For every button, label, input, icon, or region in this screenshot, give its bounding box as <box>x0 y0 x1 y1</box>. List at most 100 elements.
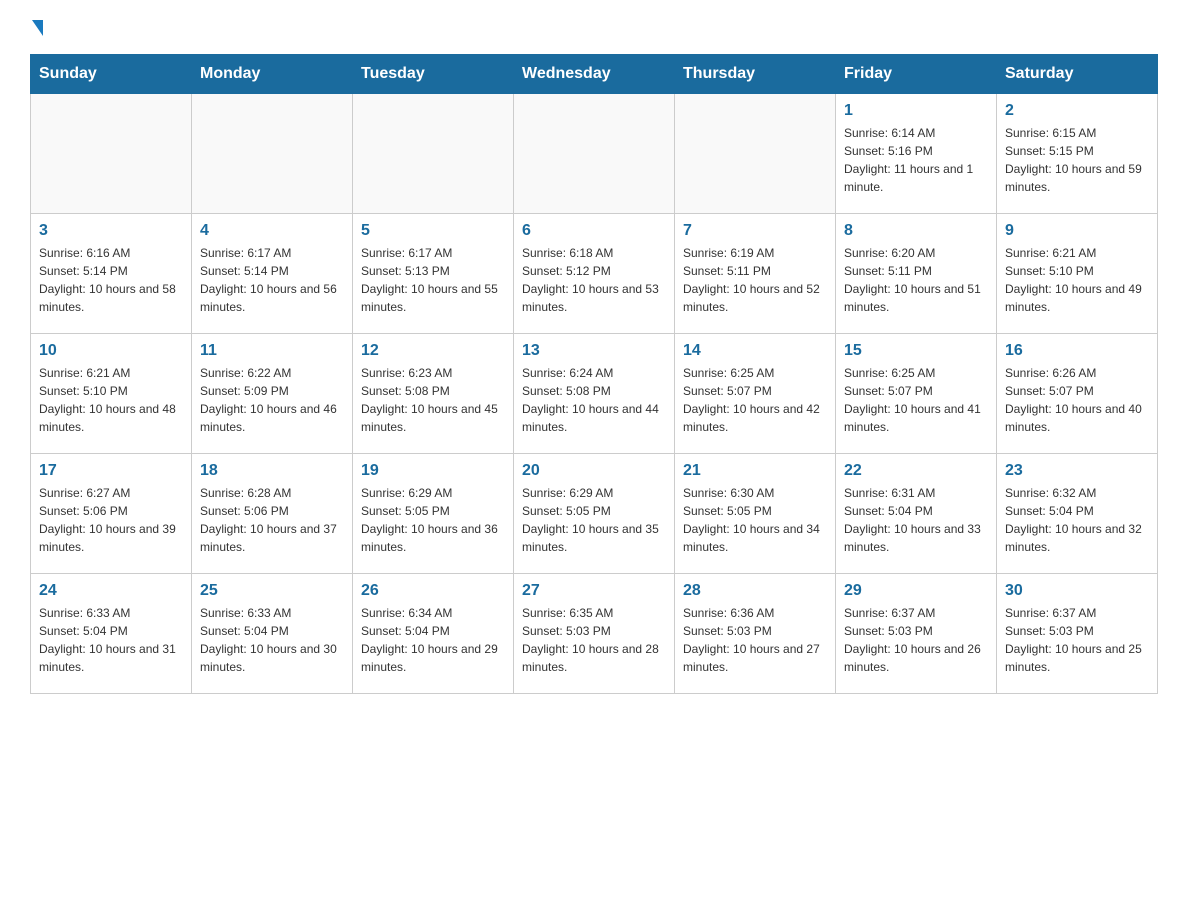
calendar-cell: 7Sunrise: 6:19 AMSunset: 5:11 PMDaylight… <box>675 214 836 334</box>
calendar-cell <box>192 94 353 214</box>
day-info: Sunrise: 6:19 AMSunset: 5:11 PMDaylight:… <box>683 244 827 316</box>
day-number: 1 <box>844 102 988 120</box>
day-number: 11 <box>200 342 344 360</box>
day-number: 30 <box>1005 582 1149 600</box>
day-info: Sunrise: 6:29 AMSunset: 5:05 PMDaylight:… <box>522 484 666 556</box>
calendar-cell: 17 Sunrise: 6:27 AMSunset: 5:06 PMDayligh… <box>31 454 192 574</box>
day-number: 21 <box>683 462 827 480</box>
weekday-header-wednesday: Wednesday <box>514 55 675 94</box>
day-info: Sunrise: 6:33 AMSunset: 5:04 PMDaylight:… <box>200 604 344 676</box>
calendar-cell: 13 Sunrise: 6:24 AMSunset: 5:08 PMDayligh… <box>514 334 675 454</box>
day-number: 23 <box>1005 462 1149 480</box>
calendar-cell: 5 Sunrise: 6:17 AMSunset: 5:13 PMDaylight… <box>353 214 514 334</box>
calendar-cell: 10Sunrise: 6:21 AMSunset: 5:10 PMDayligh… <box>31 334 192 454</box>
calendar-header: SundayMondayTuesdayWednesdayThursdayFrid… <box>31 55 1158 94</box>
day-number: 2 <box>1005 102 1149 120</box>
weekday-header-monday: Monday <box>192 55 353 94</box>
weekday-header-saturday: Saturday <box>997 55 1158 94</box>
day-info: Sunrise: 6:33 AMSunset: 5:04 PMDaylight:… <box>39 604 183 676</box>
calendar-cell <box>31 94 192 214</box>
day-info: Sunrise: 6:21 AMSunset: 5:10 PMDaylight:… <box>1005 244 1149 316</box>
calendar-table: SundayMondayTuesdayWednesdayThursdayFrid… <box>30 54 1158 694</box>
calendar-cell: 18 Sunrise: 6:28 AMSunset: 5:06 PMDayligh… <box>192 454 353 574</box>
calendar-cell: 20 Sunrise: 6:29 AMSunset: 5:05 PMDayligh… <box>514 454 675 574</box>
calendar-cell: 6 Sunrise: 6:18 AMSunset: 5:12 PMDaylight… <box>514 214 675 334</box>
calendar-cell: 3Sunrise: 6:16 AMSunset: 5:14 PMDaylight… <box>31 214 192 334</box>
weekday-header-row: SundayMondayTuesdayWednesdayThursdayFrid… <box>31 55 1158 94</box>
week-row-1: 1 Sunrise: 6:14 AMSunset: 5:16 PMDaylight… <box>31 94 1158 214</box>
day-info: Sunrise: 6:27 AMSunset: 5:06 PMDaylight:… <box>39 484 183 556</box>
calendar-cell: 2Sunrise: 6:15 AMSunset: 5:15 PMDaylight… <box>997 94 1158 214</box>
day-info: Sunrise: 6:14 AMSunset: 5:16 PMDaylight:… <box>844 124 988 196</box>
day-number: 29 <box>844 582 988 600</box>
day-number: 20 <box>522 462 666 480</box>
day-number: 12 <box>361 342 505 360</box>
week-row-2: 3Sunrise: 6:16 AMSunset: 5:14 PMDaylight… <box>31 214 1158 334</box>
day-number: 15 <box>844 342 988 360</box>
calendar-cell <box>514 94 675 214</box>
day-number: 8 <box>844 222 988 240</box>
calendar-cell: 14 Sunrise: 6:25 AMSunset: 5:07 PMDayligh… <box>675 334 836 454</box>
calendar-cell: 27 Sunrise: 6:35 AMSunset: 5:03 PMDayligh… <box>514 574 675 694</box>
calendar-cell: 30 Sunrise: 6:37 AMSunset: 5:03 PMDayligh… <box>997 574 1158 694</box>
calendar-cell: 12 Sunrise: 6:23 AMSunset: 5:08 PMDayligh… <box>353 334 514 454</box>
day-number: 13 <box>522 342 666 360</box>
week-row-4: 17 Sunrise: 6:27 AMSunset: 5:06 PMDayligh… <box>31 454 1158 574</box>
calendar-cell: 29Sunrise: 6:37 AMSunset: 5:03 PMDayligh… <box>836 574 997 694</box>
day-info: Sunrise: 6:25 AMSunset: 5:07 PMDaylight:… <box>683 364 827 436</box>
day-info: Sunrise: 6:36 AMSunset: 5:03 PMDaylight:… <box>683 604 827 676</box>
weekday-header-thursday: Thursday <box>675 55 836 94</box>
day-info: Sunrise: 6:25 AMSunset: 5:07 PMDaylight:… <box>844 364 988 436</box>
calendar-cell: 9 Sunrise: 6:21 AMSunset: 5:10 PMDaylight… <box>997 214 1158 334</box>
week-row-5: 24 Sunrise: 6:33 AMSunset: 5:04 PMDayligh… <box>31 574 1158 694</box>
day-number: 17 <box>39 462 183 480</box>
day-number: 6 <box>522 222 666 240</box>
day-number: 22 <box>844 462 988 480</box>
calendar-cell: 4 Sunrise: 6:17 AMSunset: 5:14 PMDaylight… <box>192 214 353 334</box>
day-info: Sunrise: 6:17 AMSunset: 5:13 PMDaylight:… <box>361 244 505 316</box>
day-info: Sunrise: 6:18 AMSunset: 5:12 PMDaylight:… <box>522 244 666 316</box>
calendar-cell: 26 Sunrise: 6:34 AMSunset: 5:04 PMDayligh… <box>353 574 514 694</box>
day-info: Sunrise: 6:32 AMSunset: 5:04 PMDaylight:… <box>1005 484 1149 556</box>
day-info: Sunrise: 6:21 AMSunset: 5:10 PMDaylight:… <box>39 364 183 436</box>
day-info: Sunrise: 6:22 AMSunset: 5:09 PMDaylight:… <box>200 364 344 436</box>
page-header <box>30 20 1158 34</box>
day-number: 9 <box>1005 222 1149 240</box>
calendar-cell: 21Sunrise: 6:30 AMSunset: 5:05 PMDayligh… <box>675 454 836 574</box>
day-number: 27 <box>522 582 666 600</box>
day-number: 4 <box>200 222 344 240</box>
day-info: Sunrise: 6:23 AMSunset: 5:08 PMDaylight:… <box>361 364 505 436</box>
day-number: 16 <box>1005 342 1149 360</box>
day-number: 25 <box>200 582 344 600</box>
calendar-cell: 25 Sunrise: 6:33 AMSunset: 5:04 PMDayligh… <box>192 574 353 694</box>
weekday-header-tuesday: Tuesday <box>353 55 514 94</box>
weekday-header-sunday: Sunday <box>31 55 192 94</box>
day-number: 3 <box>39 222 183 240</box>
day-info: Sunrise: 6:34 AMSunset: 5:04 PMDaylight:… <box>361 604 505 676</box>
weekday-header-friday: Friday <box>836 55 997 94</box>
day-info: Sunrise: 6:28 AMSunset: 5:06 PMDaylight:… <box>200 484 344 556</box>
calendar-cell: 23 Sunrise: 6:32 AMSunset: 5:04 PMDayligh… <box>997 454 1158 574</box>
day-info: Sunrise: 6:35 AMSunset: 5:03 PMDaylight:… <box>522 604 666 676</box>
calendar-cell: 15 Sunrise: 6:25 AMSunset: 5:07 PMDayligh… <box>836 334 997 454</box>
calendar-body: 1 Sunrise: 6:14 AMSunset: 5:16 PMDaylight… <box>31 94 1158 694</box>
day-number: 26 <box>361 582 505 600</box>
day-number: 14 <box>683 342 827 360</box>
calendar-cell: 16 Sunrise: 6:26 AMSunset: 5:07 PMDayligh… <box>997 334 1158 454</box>
day-number: 18 <box>200 462 344 480</box>
calendar-cell <box>353 94 514 214</box>
calendar-cell: 28Sunrise: 6:36 AMSunset: 5:03 PMDayligh… <box>675 574 836 694</box>
day-info: Sunrise: 6:26 AMSunset: 5:07 PMDaylight:… <box>1005 364 1149 436</box>
day-number: 24 <box>39 582 183 600</box>
day-info: Sunrise: 6:37 AMSunset: 5:03 PMDaylight:… <box>1005 604 1149 676</box>
calendar-cell: 19Sunrise: 6:29 AMSunset: 5:05 PMDayligh… <box>353 454 514 574</box>
day-info: Sunrise: 6:31 AMSunset: 5:04 PMDaylight:… <box>844 484 988 556</box>
day-info: Sunrise: 6:17 AMSunset: 5:14 PMDaylight:… <box>200 244 344 316</box>
day-info: Sunrise: 6:20 AMSunset: 5:11 PMDaylight:… <box>844 244 988 316</box>
calendar-cell <box>675 94 836 214</box>
day-info: Sunrise: 6:24 AMSunset: 5:08 PMDaylight:… <box>522 364 666 436</box>
day-number: 5 <box>361 222 505 240</box>
calendar-cell: 8 Sunrise: 6:20 AMSunset: 5:11 PMDaylight… <box>836 214 997 334</box>
calendar-cell: 22 Sunrise: 6:31 AMSunset: 5:04 PMDayligh… <box>836 454 997 574</box>
day-info: Sunrise: 6:29 AMSunset: 5:05 PMDaylight:… <box>361 484 505 556</box>
